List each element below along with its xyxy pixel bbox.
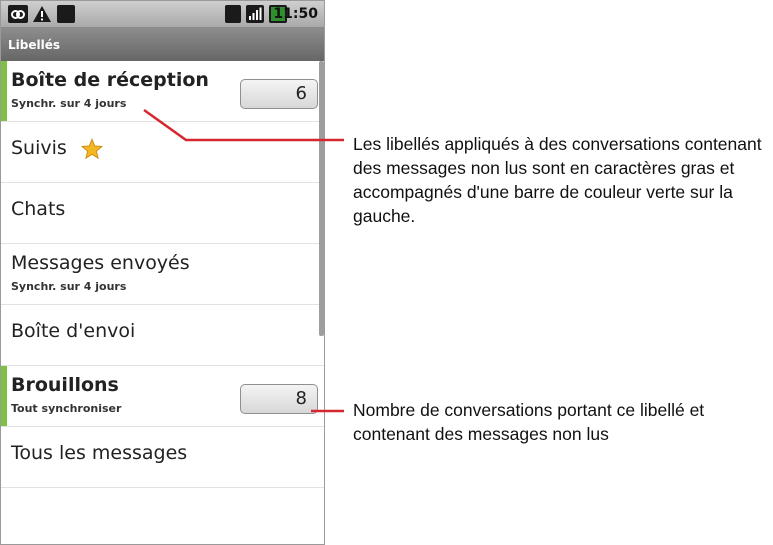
label-row-starred[interactable]: Suivis — [1, 122, 324, 183]
label-row-inbox[interactable]: Boîte de réception Synchr. sur 4 jours 6 — [1, 61, 324, 122]
label-list: Boîte de réception Synchr. sur 4 jours 6… — [1, 61, 324, 488]
usb-icon — [57, 5, 75, 23]
status-bar: 11:50 — [1, 1, 324, 28]
unread-count-badge: 8 — [240, 384, 318, 414]
signal-icon — [246, 5, 264, 23]
label-row-outbox[interactable]: Boîte d'envoi — [1, 305, 324, 366]
label-name: Messages envoyés — [11, 252, 190, 274]
label-name: Suivis — [11, 137, 67, 159]
label-name: Boîte de réception — [11, 69, 209, 91]
label-row-chats[interactable]: Chats — [1, 183, 324, 244]
star-icon — [81, 138, 103, 160]
warning-icon — [33, 6, 51, 22]
label-row-sent[interactable]: Messages envoyés Synchr. sur 4 jours — [1, 244, 324, 305]
voicemail-icon — [8, 5, 28, 23]
label-sync-status: Tout synchroniser — [11, 402, 122, 415]
wifi-icon — [225, 5, 241, 23]
label-row-all-mail[interactable]: Tous les messages — [1, 427, 324, 488]
label-sync-status: Synchr. sur 4 jours — [11, 280, 127, 293]
label-name: Chats — [11, 198, 66, 220]
phone-screen: 11:50 Libellés Boîte de réception Synchr… — [0, 0, 325, 545]
label-name: Brouillons — [11, 374, 119, 396]
callout-unread-style: Les libellés appliqués à des conversatio… — [353, 134, 762, 226]
unread-count-badge: 6 — [240, 79, 318, 109]
app-title: Libellés — [1, 28, 324, 61]
label-row-drafts[interactable]: Brouillons Tout synchroniser 8 — [1, 366, 324, 427]
callout-unread-count: Nombre de conversations portant ce libel… — [353, 400, 705, 444]
label-name: Boîte d'envoi — [11, 320, 136, 342]
label-sync-status: Synchr. sur 4 jours — [11, 97, 127, 110]
status-time: 11:50 — [273, 6, 318, 22]
scrollbar[interactable] — [319, 61, 324, 336]
label-name: Tous les messages — [11, 442, 188, 464]
